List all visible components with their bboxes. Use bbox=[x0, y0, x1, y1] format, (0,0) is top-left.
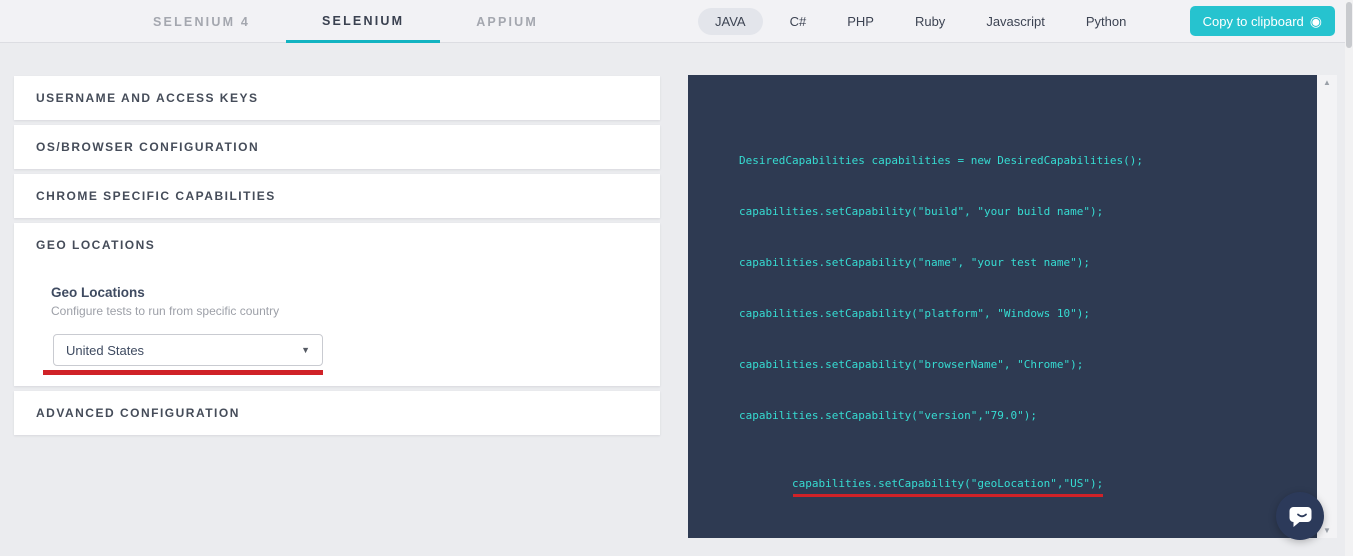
section-header-geo-locations[interactable]: GEO LOCATIONS bbox=[14, 223, 660, 267]
geo-country-selected-value: United States bbox=[66, 342, 145, 358]
page-scrollbar-thumb[interactable] bbox=[1346, 2, 1352, 48]
code-line-6: capabilities.setCapability("version","79… bbox=[739, 409, 1038, 422]
section-header-os-browser-configuration[interactable]: OS/BROWSER CONFIGURATION bbox=[14, 125, 660, 169]
tab-selenium-label: SELENIUM bbox=[322, 14, 405, 28]
generated-code-panel: DesiredCapabilities capabilities = new D… bbox=[688, 75, 1317, 538]
tab-lang-ruby[interactable]: Ruby bbox=[901, 8, 959, 35]
tab-lang-javascript[interactable]: Javascript bbox=[972, 8, 1059, 35]
code-line-5: capabilities.setCapability("browserName"… bbox=[739, 358, 1084, 371]
page-scrollbar[interactable] bbox=[1345, 0, 1353, 556]
copy-icon: ◉ bbox=[1309, 13, 1322, 29]
chevron-down-icon: ▼ bbox=[301, 345, 310, 355]
section-header-chrome-specific-capabilities[interactable]: CHROME SPECIFIC CAPABILITIES bbox=[14, 174, 660, 218]
section-geo-locations: GEO LOCATIONS Geo Locations Configure te… bbox=[14, 223, 660, 386]
geo-locations-description: Configure tests to run from specific cou… bbox=[51, 304, 280, 318]
code-line-4: capabilities.setCapability("platform", "… bbox=[739, 307, 1090, 320]
tab-selenium4[interactable]: SELENIUM 4 bbox=[117, 0, 286, 43]
tab-appium[interactable]: APPIUM bbox=[440, 0, 574, 43]
section-advanced-configuration: ADVANCED CONFIGURATION bbox=[14, 391, 660, 435]
tab-lang-php[interactable]: PHP bbox=[833, 8, 888, 35]
tab-selenium4-label: SELENIUM 4 bbox=[153, 14, 251, 29]
tab-appium-label: APPIUM bbox=[476, 14, 539, 29]
code-line-1: DesiredCapabilities capabilities = new D… bbox=[739, 154, 1143, 167]
copy-to-clipboard-button[interactable]: Copy to clipboard ◉ bbox=[1189, 6, 1335, 36]
code-block: DesiredCapabilities capabilities = new D… bbox=[739, 118, 1143, 509]
capabilities-accordion: USERNAME AND ACCESS KEYS OS/BROWSER CONF… bbox=[14, 76, 660, 435]
section-header-username-access-keys[interactable]: USERNAME AND ACCESS KEYS bbox=[14, 76, 660, 120]
tab-selenium[interactable]: SELENIUM bbox=[286, 0, 441, 43]
tab-lang-csharp[interactable]: C# bbox=[776, 8, 821, 35]
annotation-underline-code: capabilities.setCapability("geoLocation"… bbox=[791, 477, 1104, 497]
geo-country-select[interactable]: United States ▼ bbox=[53, 334, 323, 366]
capabilities-generator-app: SELENIUM 4 SELENIUM APPIUM JAVA C# PHP R… bbox=[0, 0, 1353, 556]
section-chrome-specific-capabilities: CHROME SPECIFIC CAPABILITIES bbox=[14, 174, 660, 218]
code-line-2: capabilities.setCapability("build", "you… bbox=[739, 205, 1104, 218]
chat-bubble-icon bbox=[1289, 507, 1312, 527]
chat-widget-button[interactable] bbox=[1276, 492, 1324, 540]
tab-lang-java[interactable]: JAVA bbox=[698, 8, 763, 35]
section-header-advanced-configuration[interactable]: ADVANCED CONFIGURATION bbox=[14, 391, 660, 435]
copy-button-label: Copy to clipboard bbox=[1202, 13, 1304, 29]
framework-tabs: SELENIUM 4 SELENIUM APPIUM bbox=[117, 0, 574, 43]
code-line-geolocation-highlighted: capabilities.setCapability("geoLocation"… bbox=[739, 458, 1143, 497]
code-panel-scrollbar[interactable]: ▲ ▼ bbox=[1317, 75, 1337, 538]
header-bar: SELENIUM 4 SELENIUM APPIUM JAVA C# PHP R… bbox=[0, 0, 1353, 43]
geo-locations-body: Geo Locations Configure tests to run fro… bbox=[14, 267, 660, 386]
section-username-access-keys: USERNAME AND ACCESS KEYS bbox=[14, 76, 660, 120]
section-os-browser-configuration: OS/BROWSER CONFIGURATION bbox=[14, 125, 660, 169]
tab-lang-python[interactable]: Python bbox=[1072, 8, 1140, 35]
geo-locations-label: Geo Locations bbox=[51, 285, 145, 300]
code-line-3: capabilities.setCapability("name", "your… bbox=[739, 256, 1090, 269]
annotation-underline-dropdown bbox=[43, 370, 323, 375]
scroll-up-arrow-icon[interactable]: ▲ bbox=[1317, 78, 1337, 87]
language-tabs: JAVA C# PHP Ruby Javascript Python bbox=[698, 0, 1140, 43]
